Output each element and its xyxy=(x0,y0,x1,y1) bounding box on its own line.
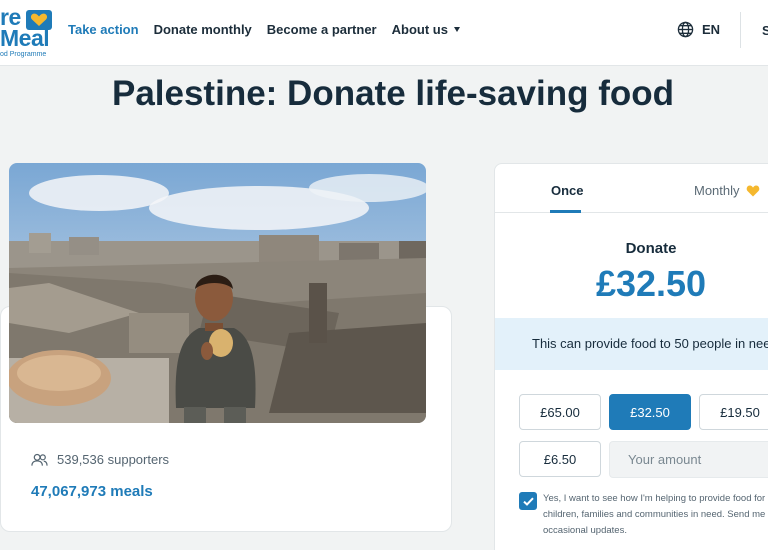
header-extra-item[interactable]: S xyxy=(762,23,768,38)
logo-line-3: od Programme xyxy=(0,51,47,58)
amount-option-32-50[interactable]: £32.50 xyxy=(609,394,691,430)
nav-donate-monthly[interactable]: Donate monthly xyxy=(154,22,252,37)
nav-about-us-label: About us xyxy=(391,22,448,37)
tab-monthly-label: Monthly xyxy=(694,183,740,198)
donate-heading: Donate xyxy=(625,240,677,257)
tab-once[interactable]: Once xyxy=(551,183,584,198)
language-label: EN xyxy=(702,22,721,37)
hero-photo xyxy=(9,163,426,423)
tab-monthly[interactable]: Monthly xyxy=(694,183,760,198)
impact-banner: This can provide food to 50 people in ne… xyxy=(495,318,768,370)
impact-text: This can provide food to 50 people in ne… xyxy=(532,336,768,351)
logo-line-2: Meal xyxy=(0,25,50,51)
logo[interactable]: re Meal od Programme xyxy=(0,4,56,60)
hero-photo-illustration xyxy=(9,163,426,423)
updates-consent: Yes, I want to see how I'm helping to pr… xyxy=(519,491,768,539)
tab-once-underline xyxy=(550,210,581,213)
users-icon xyxy=(31,453,48,466)
page-title: Palestine: Donate life-saving food xyxy=(111,74,675,113)
frequency-tabs: Once Monthly xyxy=(495,164,768,213)
updates-consent-text: Yes, I want to see how I'm helping to pr… xyxy=(543,493,766,536)
nav-become-partner[interactable]: Become a partner xyxy=(267,22,377,37)
checkmark-icon xyxy=(522,497,534,506)
updates-consent-checkbox[interactable] xyxy=(519,492,537,510)
globe-icon xyxy=(677,21,694,38)
main-nav: Take action Donate monthly Become a part… xyxy=(68,22,460,37)
language-selector[interactable]: EN xyxy=(677,21,720,38)
supporters-count: 539,536 supporters xyxy=(31,452,169,467)
nav-take-action[interactable]: Take action xyxy=(68,22,139,37)
chevron-down-icon xyxy=(453,27,460,33)
amount-option-19-50[interactable]: £19.50 xyxy=(699,394,768,430)
site-header: re Meal od Programme Take action Donate … xyxy=(0,0,768,66)
donate-amount: £32.50 xyxy=(595,263,707,304)
supporters-label: 539,536 supporters xyxy=(57,452,170,467)
nav-about-us[interactable]: About us xyxy=(392,22,460,37)
amount-option-6-50[interactable]: £6.50 xyxy=(519,441,601,477)
header-divider xyxy=(740,12,741,48)
heart-icon xyxy=(746,185,759,197)
meals-count: 47,067,973 meals xyxy=(31,483,153,500)
custom-amount-input[interactable]: Your amount xyxy=(609,441,768,478)
amount-option-65[interactable]: £65.00 xyxy=(519,394,601,430)
donation-card: Once Monthly Donate £32.50 This can prov… xyxy=(494,163,768,550)
